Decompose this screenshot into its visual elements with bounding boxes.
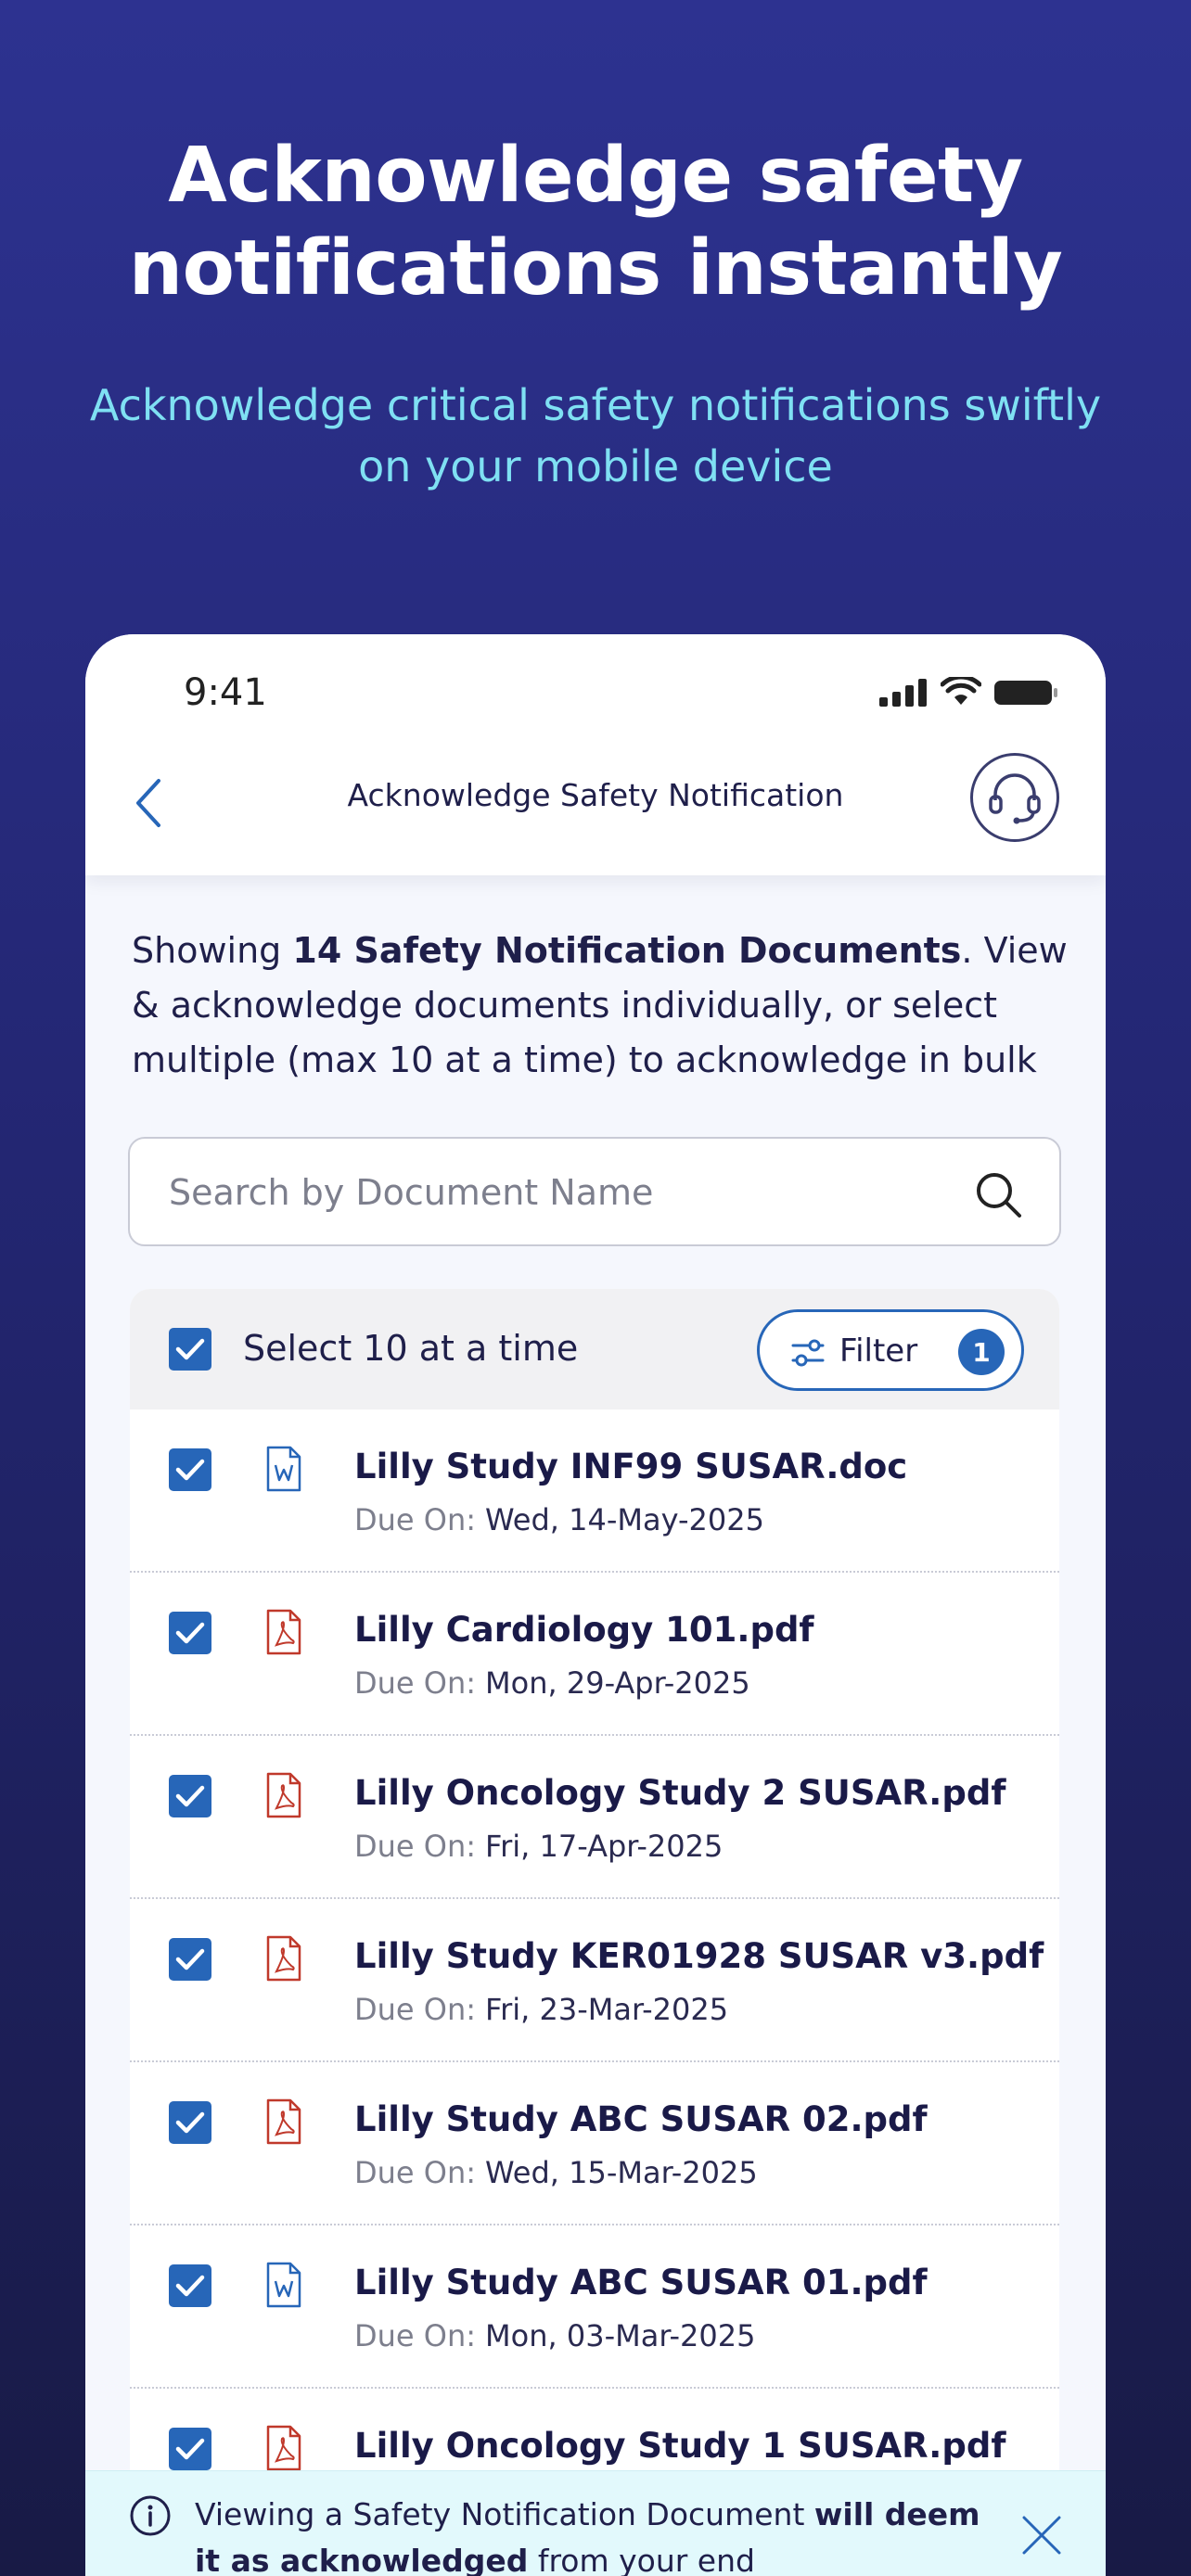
wifi-icon [941,677,981,705]
select-all-checkbox[interactable] [169,1328,211,1371]
search-icon[interactable] [972,1168,1024,1220]
checkmark-icon [175,2275,205,2297]
document-due: Due On: Mon, 29-Apr-2025 [354,1665,750,1701]
document-name[interactable]: Lilly Study INF99 SUSAR.doc [354,1447,907,1486]
pdf-file-icon [265,1771,302,1819]
document-row[interactable]: Lilly Oncology Study 2 SUSAR.pdf Due On: F… [130,1736,1059,1899]
document-due: Due On: Mon, 03-Mar-2025 [354,2318,755,2353]
document-name[interactable]: Lilly Cardiology 101.pdf [354,1610,814,1650]
document-checkbox[interactable] [169,2428,211,2470]
document-checkbox[interactable] [169,2101,211,2144]
hero-subtitle: Acknowledge critical safety notification… [74,375,1117,497]
back-button[interactable] [121,766,176,840]
due-date: Wed, 15-Mar-2025 [485,2155,758,2190]
filter-button[interactable]: Filter 1 [757,1309,1024,1391]
status-time: 9:41 [184,671,267,714]
document-name[interactable]: Lilly Study KER01928 SUSAR v3.pdf [354,1936,1044,1976]
filter-count-badge: 1 [958,1329,1005,1375]
due-label: Due On: [354,2155,477,2190]
close-icon[interactable] [1020,2514,1063,2557]
document-list: Select 10 at a time Filter 1 Lilly Study… [130,1289,1059,2576]
due-label: Due On: [354,1829,477,1864]
document-row[interactable]: Lilly Study ABC SUSAR 02.pdf Due On: Wed, … [130,2062,1059,2225]
list-header: Select 10 at a time Filter 1 [130,1289,1059,1409]
due-date: Fri, 17-Apr-2025 [485,1829,724,1864]
due-date: Mon, 03-Mar-2025 [485,2318,756,2353]
checkmark-icon [175,2438,205,2460]
battery-icon [994,681,1057,705]
document-checkbox[interactable] [169,1938,211,1981]
document-row[interactable]: Lilly Study ABC SUSAR 01.pdf Due On: Mon, … [130,2225,1059,2389]
word-file-icon [265,1445,302,1493]
due-label: Due On: [354,1992,477,2027]
pdf-file-icon [265,2098,302,2146]
due-label: Due On: [354,1502,477,1537]
due-date: Wed, 14-May-2025 [485,1502,764,1537]
document-due: Due On: Wed, 15-Mar-2025 [354,2155,758,2190]
document-checkbox[interactable] [169,1775,211,1817]
select-label: Select 10 at a time [243,1328,579,1369]
hero-subtitle-line-1: Acknowledge critical safety notification… [89,380,1102,430]
banner-text-1: Viewing a Safety Notification Document [195,2496,814,2532]
banner-message: Viewing a Safety Notification Document w… [195,2492,992,2576]
hero-title-line-1: Acknowledge safety [168,132,1023,220]
checkmark-icon [175,1948,205,1970]
intro-prefix: Showing [132,930,293,971]
page-title: Acknowledge Safety Notification [347,777,844,813]
word-file-icon [265,2261,302,2309]
hero-title: Acknowledge safety notifications instant… [0,130,1191,315]
status-icons [879,677,1059,707]
support-button[interactable] [970,753,1059,842]
due-label: Due On: [354,2318,477,2353]
checkmark-icon [175,1338,205,1360]
hero-subtitle-line-2: on your mobile device [358,441,833,491]
signal-icon [879,679,927,707]
checkmark-icon [175,1622,205,1644]
pdf-file-icon [265,1934,302,1983]
document-row[interactable]: Lilly Cardiology 101.pdf Due On: Mon, 29-A… [130,1573,1059,1736]
hero-title-line-2: notifications instantly [128,224,1063,312]
document-row[interactable]: Lilly Study KER01928 SUSAR v3.pdf Due On:… [130,1899,1059,2062]
chevron-left-icon [136,779,160,827]
pdf-file-icon [265,2424,302,2472]
info-icon [130,2495,171,2536]
sliders-icon [791,1339,825,1367]
search-bar [128,1137,1061,1246]
document-name[interactable]: Lilly Study ABC SUSAR 02.pdf [354,2099,928,2139]
intro-text: Showing 14 Safety Notification Documents… [132,924,1069,1088]
document-checkbox[interactable] [169,1448,211,1491]
intro-count: 14 Safety Notification Documents [292,930,962,971]
document-due: Due On: Fri, 23-Mar-2025 [354,1992,728,2027]
document-row[interactable]: Lilly Study INF99 SUSAR.doc Due On: Wed, 1… [130,1409,1059,1573]
document-checkbox[interactable] [169,1612,211,1654]
headset-icon [989,773,1041,824]
document-checkbox[interactable] [169,2264,211,2307]
due-date: Mon, 29-Apr-2025 [485,1665,750,1701]
document-name[interactable]: Lilly Oncology Study 2 SUSAR.pdf [354,1773,1005,1813]
due-date: Fri, 23-Mar-2025 [485,1992,729,2027]
checkmark-icon [175,1459,205,1481]
document-due: Due On: Wed, 14-May-2025 [354,1502,764,1537]
document-name[interactable]: Lilly Study ABC SUSAR 01.pdf [354,2263,928,2302]
info-banner: Viewing a Safety Notification Document w… [85,2470,1106,2576]
filter-label: Filter [839,1333,918,1370]
banner-text-2: from your end [528,2543,755,2576]
document-name[interactable]: Lilly Oncology Study 1 SUSAR.pdf [354,2426,1005,2466]
pdf-file-icon [265,1608,302,1656]
due-label: Due On: [354,1665,477,1701]
checkmark-icon [175,1785,205,1807]
phone-frame: 9:41 Acknowledge Safety Notification Sho… [85,634,1106,2576]
search-input[interactable] [169,1165,929,1220]
document-due: Due On: Fri, 17-Apr-2025 [354,1829,723,1864]
app-header: 9:41 Acknowledge Safety Notification [85,634,1106,875]
checkmark-icon [175,2111,205,2134]
